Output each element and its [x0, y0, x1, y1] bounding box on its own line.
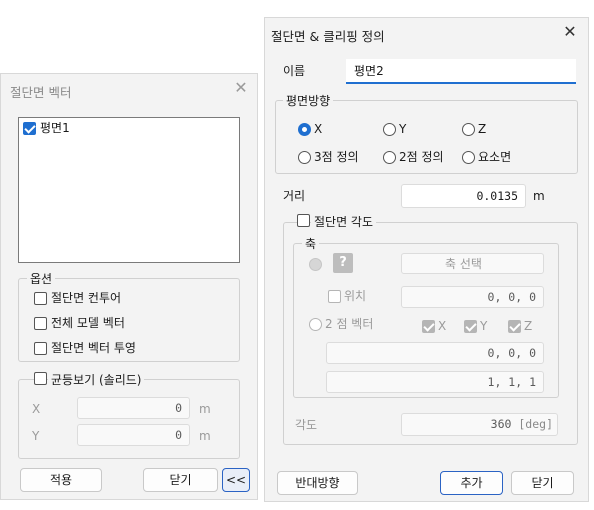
- add-button[interactable]: 추가: [440, 471, 503, 495]
- angle-input[interactable]: 360 [deg]: [401, 413, 558, 436]
- vector-start-input[interactable]: 0, 0, 0: [326, 342, 544, 364]
- vector-y-label[interactable]: Y: [480, 319, 487, 333]
- section-clipping-dialog: 절단면 & 클리핑 정의 ✕ 이름 평면2 평면방향 X Y Z 3점 정의 2…: [264, 17, 589, 502]
- position-label[interactable]: 위치: [344, 289, 366, 303]
- name-input-value: 평면2: [354, 64, 384, 78]
- close-icon[interactable]: ✕: [231, 78, 251, 98]
- radio-axis-select[interactable]: [309, 258, 322, 271]
- distance-unit: m: [533, 189, 545, 203]
- position-input[interactable]: 0, 0, 0: [401, 286, 544, 308]
- axis-select-label: 축 선택: [445, 257, 482, 271]
- section-vector-dialog: 절단면 벡터 ✕ 평면1 옵션 절단면 컨투어 전체 모델 벡터 절단면 벡터 …: [0, 73, 258, 500]
- iso-view-legend[interactable]: 균등보기 (솔리드): [48, 371, 145, 388]
- section-contour-label[interactable]: 절단면 컨투어: [51, 291, 121, 305]
- collapse-button[interactable]: <<: [222, 468, 250, 492]
- dialog-title: 절단면 & 클리핑 정의: [271, 29, 385, 44]
- vector-z-label[interactable]: Z: [524, 319, 532, 333]
- dialog-title: 절단면 벡터: [10, 85, 72, 100]
- angle-unit: [deg]: [518, 417, 553, 431]
- dialog-titlebar: 절단면 벡터 ✕: [1, 74, 257, 104]
- radio-element-face-label[interactable]: 요소면: [478, 150, 511, 164]
- x-label: X: [32, 402, 41, 416]
- full-model-vector-label[interactable]: 전체 모델 벡터: [51, 316, 125, 330]
- axis-select-field[interactable]: 축 선택: [401, 253, 544, 274]
- radio-z[interactable]: [462, 123, 475, 136]
- distance-label: 거리: [283, 189, 306, 203]
- iso-view-group: [18, 379, 240, 459]
- vector-y-checkbox[interactable]: [464, 320, 477, 333]
- plane-list[interactable]: 평면1: [18, 117, 240, 263]
- section-angle-legend[interactable]: 절단면 각도: [311, 213, 377, 230]
- close-button[interactable]: 닫기: [143, 468, 218, 492]
- y-input[interactable]: 0: [77, 424, 190, 446]
- radio-x[interactable]: [298, 123, 311, 136]
- apply-button[interactable]: 적용: [20, 468, 102, 492]
- vector-end-input[interactable]: 1, 1, 1: [326, 371, 544, 393]
- radio-z-label[interactable]: Z: [478, 122, 486, 136]
- dialog-titlebar: 절단면 & 클리핑 정의 ✕: [265, 18, 588, 48]
- plane-direction-legend: 평면방향: [283, 92, 334, 109]
- close-button[interactable]: 닫기: [511, 471, 574, 495]
- radio-3point[interactable]: [298, 151, 311, 164]
- list-item-label[interactable]: 평면1: [40, 121, 70, 135]
- radio-2point-label[interactable]: 2점 정의: [399, 150, 444, 164]
- radio-two-point-vector[interactable]: [309, 318, 322, 331]
- radio-y[interactable]: [383, 123, 396, 136]
- radio-3point-label[interactable]: 3점 정의: [314, 150, 359, 164]
- name-label: 이름: [283, 64, 306, 78]
- radio-element-face[interactable]: [462, 151, 475, 164]
- radio-y-label[interactable]: Y: [399, 122, 406, 136]
- x-input[interactable]: 0: [77, 397, 190, 419]
- radio-2point[interactable]: [383, 151, 396, 164]
- radio-x-label[interactable]: X: [314, 122, 322, 136]
- two-point-vector-label[interactable]: 2 점 벡터: [325, 317, 373, 331]
- vector-z-checkbox[interactable]: [508, 320, 521, 333]
- name-input[interactable]: 평면2: [346, 59, 576, 84]
- full-model-vector-checkbox[interactable]: [34, 317, 47, 330]
- position-checkbox[interactable]: [328, 290, 341, 303]
- iso-view-checkbox[interactable]: [34, 372, 47, 385]
- section-vector-projection-label[interactable]: 절단면 벡터 투영: [51, 341, 136, 355]
- x-unit: m: [199, 402, 211, 416]
- angle-label: 각도: [295, 418, 318, 432]
- options-legend: 옵션: [27, 270, 56, 287]
- help-icon[interactable]: ?: [333, 253, 353, 273]
- distance-input[interactable]: 0.0135: [401, 184, 526, 208]
- y-unit: m: [199, 429, 211, 443]
- list-item-checkbox[interactable]: [23, 122, 36, 135]
- y-label: Y: [32, 429, 40, 443]
- section-vector-projection-checkbox[interactable]: [34, 342, 47, 355]
- close-icon[interactable]: ✕: [560, 22, 580, 42]
- vector-x-label[interactable]: X: [438, 319, 446, 333]
- reverse-direction-button[interactable]: 반대방향: [277, 471, 358, 495]
- angle-value: 360: [490, 417, 519, 431]
- section-angle-checkbox[interactable]: [297, 214, 310, 227]
- axis-legend: 축: [302, 235, 320, 252]
- vector-x-checkbox[interactable]: [422, 320, 435, 333]
- section-contour-checkbox[interactable]: [34, 292, 47, 305]
